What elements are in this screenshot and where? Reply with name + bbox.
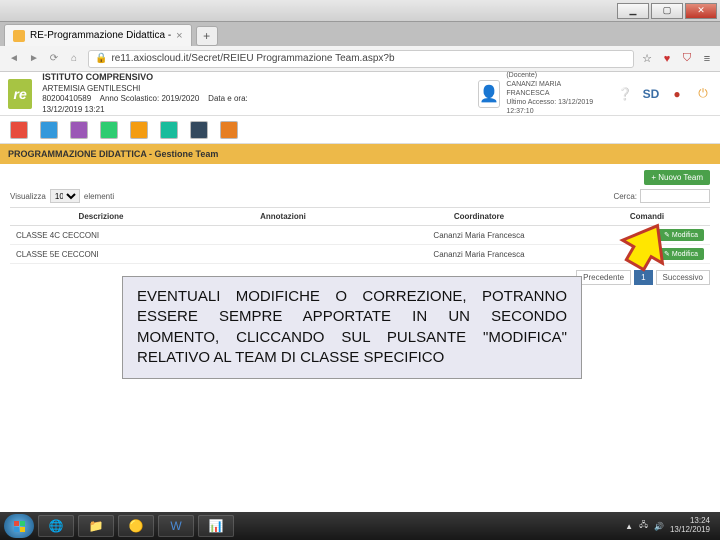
windows-logo-icon	[14, 521, 25, 532]
cell-coord: Cananzi Maria Francesca	[374, 245, 584, 264]
browser-tab-bar: RE-Programmazione Didattica - × +	[0, 22, 720, 46]
show-label: Visualizza	[10, 192, 46, 201]
pencil-icon: ✎	[664, 250, 670, 258]
breadcrumb: PROGRAMMAZIONE DIDATTICA - Gestione Team	[0, 144, 720, 164]
close-button[interactable]: ✕	[685, 3, 717, 19]
tray-volume-icon[interactable]: 🔊	[654, 522, 664, 531]
tray-network-icon[interactable]: 🖧	[639, 519, 648, 533]
system-tray: ▲ 🖧 🔊 13:24 13/12/2019	[625, 517, 716, 535]
tool-icon-5[interactable]	[130, 121, 148, 139]
school-year: Anno Scolastico: 2019/2020	[100, 94, 200, 103]
user-name: CANANZI MARIA FRANCESCA	[506, 80, 598, 98]
header-icons: ❔ SD ● ⏻	[616, 85, 712, 103]
tab-close-icon[interactable]: ×	[176, 30, 182, 42]
shield-icon[interactable]: ⛉	[680, 52, 694, 66]
last-access: Ultimo Accesso: 13/12/2019 12:37:10	[506, 98, 598, 116]
task-word[interactable]: W	[158, 515, 194, 537]
user-role: (Docente)	[506, 71, 598, 80]
cell-desc: CLASSE 4C CECCONI	[10, 226, 192, 245]
th-cmd[interactable]: Comandi	[584, 208, 710, 226]
tool-icon-7[interactable]	[190, 121, 208, 139]
school-name-1: ISTITUTO COMPRENSIVO	[42, 72, 260, 84]
table-row: CLASSE 5E CECCONI Cananzi Maria Francesc…	[10, 245, 710, 264]
reload-button[interactable]: ⟳	[46, 51, 62, 67]
content-area: + Nuovo Team Visualizza 10 elementi Cerc…	[0, 164, 720, 291]
browser-toolbar: ◄ ► ⟳ ⌂ 🔒 re11.axioscloud.it/Secret/REIE…	[0, 46, 720, 72]
modify-button[interactable]: ✎Modifica	[658, 229, 704, 241]
new-tab-button[interactable]: +	[196, 26, 218, 46]
search-input[interactable]	[640, 189, 710, 203]
url-text: re11.axioscloud.it/Secret/REIEU Programm…	[111, 53, 394, 64]
app-logo: re	[8, 79, 32, 109]
new-team-button[interactable]: + Nuovo Team	[644, 170, 710, 185]
cell-ann	[192, 245, 374, 264]
avatar-icon: 👤	[478, 80, 500, 108]
th-ann[interactable]: Annotazioni	[192, 208, 374, 226]
menu-icon[interactable]: ≡	[700, 52, 714, 66]
tab-title: RE-Programmazione Didattica -	[30, 30, 171, 41]
task-app[interactable]: 📊	[198, 515, 234, 537]
th-desc[interactable]: Descrizione	[10, 208, 192, 226]
favicon-icon	[13, 30, 25, 42]
page-1-button[interactable]: 1	[634, 270, 652, 285]
bookmark-icon[interactable]: ☆	[640, 52, 654, 66]
address-bar[interactable]: 🔒 re11.axioscloud.it/Secret/REIEU Progra…	[88, 50, 634, 68]
pocket-icon[interactable]: ♥	[660, 52, 674, 66]
tool-icon-2[interactable]	[40, 121, 58, 139]
clock[interactable]: 13:24 13/12/2019	[670, 517, 710, 535]
tool-icon-3[interactable]	[70, 121, 88, 139]
table-row: CLASSE 4C CECCONI Cananzi Maria Francesc…	[10, 226, 710, 245]
school-info: ISTITUTO COMPRENSIVO ARTEMISIA GENTILESC…	[42, 72, 260, 115]
tool-icon-8[interactable]	[220, 121, 238, 139]
back-button[interactable]: ◄	[6, 51, 22, 67]
task-chrome[interactable]: 🟡	[118, 515, 154, 537]
task-explorer[interactable]: 📁	[78, 515, 114, 537]
cell-desc: CLASSE 5E CECCONI	[10, 245, 192, 264]
task-ie[interactable]: 🌐	[38, 515, 74, 537]
logout-icon[interactable]: ⏻	[694, 85, 712, 103]
maximize-button[interactable]: ▢	[651, 3, 683, 19]
forward-button[interactable]: ►	[26, 51, 42, 67]
lock-icon: 🔒	[95, 53, 107, 64]
prev-page-button[interactable]: Precedente	[576, 270, 631, 285]
notif-icon[interactable]: ●	[668, 85, 686, 103]
app-header: re ISTITUTO COMPRENSIVO ARTEMISIA GENTIL…	[0, 72, 720, 116]
show-select[interactable]: 10	[50, 189, 80, 203]
window-chrome: ▁ ▢ ✕	[0, 0, 720, 22]
team-table: Descrizione Annotazioni Coordinatore Com…	[10, 207, 710, 264]
taskbar: 🌐 📁 🟡 W 📊 ▲ 🖧 🔊 13:24 13/12/2019	[0, 512, 720, 540]
clock-date: 13/12/2019	[670, 526, 710, 535]
tool-icon-6[interactable]	[160, 121, 178, 139]
user-box: 👤 (Docente) CANANZI MARIA FRANCESCA Ulti…	[470, 77, 606, 111]
browser-tab[interactable]: RE-Programmazione Didattica - ×	[4, 24, 192, 46]
tray-flag-icon[interactable]: ▲	[625, 522, 633, 531]
th-coord[interactable]: Coordinatore	[374, 208, 584, 226]
show-suffix: elementi	[84, 192, 114, 201]
pencil-icon: ✎	[664, 231, 670, 239]
sd-icon[interactable]: SD	[642, 85, 660, 103]
modify-button[interactable]: ✎Modifica	[658, 248, 704, 260]
school-name-2: ARTEMISIA GENTILESCHI	[42, 84, 260, 94]
tool-icon-1[interactable]	[10, 121, 28, 139]
school-code: 80200410589	[42, 94, 91, 103]
help-icon[interactable]: ❔	[616, 85, 634, 103]
search-label: Cerca:	[613, 192, 637, 201]
tool-icon-4[interactable]	[100, 121, 118, 139]
next-page-button[interactable]: Successivo	[656, 270, 710, 285]
start-button[interactable]	[4, 514, 34, 538]
minimize-button[interactable]: ▁	[617, 3, 649, 19]
annotation-box: EVENTUALI MODIFICHE O CORREZIONE, POTRAN…	[122, 276, 582, 379]
cell-ann	[192, 226, 374, 245]
cell-coord: Cananzi Maria Francesca	[374, 226, 584, 245]
toolbar-row	[0, 116, 720, 144]
home-button[interactable]: ⌂	[66, 51, 82, 67]
